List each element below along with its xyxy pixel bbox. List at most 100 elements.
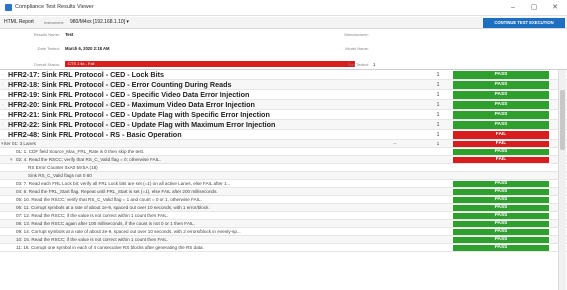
row-bullet-icon: · — [2, 82, 4, 88]
test-step-row[interactable]: 09: 14. Corrupt symbols at a rate of abo… — [0, 228, 567, 236]
test-step-row[interactable]: 11: 16. Corrupt one symbol in each of 4 … — [0, 244, 567, 252]
test-name: 08: 13. Read the RSCC again after 100 mi… — [16, 221, 196, 226]
row-bullet-icon: · — [2, 132, 4, 138]
maximize-button[interactable]: ▢ — [524, 2, 544, 13]
test-step-row[interactable]: 04: 8. Read the FRL_Start flag. Repeat u… — [0, 188, 567, 196]
test-step-row[interactable]: 10: 15. Read the RSCC; if the value is n… — [0, 236, 567, 244]
test-name: 07: 12. Read the RSCC; if the value is n… — [16, 213, 169, 218]
test-name: HFR2-19: Sink FRL Protocol - CED - Speci… — [8, 90, 250, 99]
test-step-row[interactable]: ▾ Iter 01: 3 Lanes –1 FAIL — [0, 140, 567, 148]
test-step-row[interactable]: ▾ 02: 4. Read the RSCC; verify that RS_C_… — [0, 156, 567, 164]
html-report-button[interactable]: HTML Report — [4, 19, 34, 25]
pass-badge: PASS — [453, 221, 549, 227]
iteration-count: 1 — [436, 82, 440, 88]
results-grid: · HFR2-17: Sink FRL Protocol - CED - Lock… — [0, 70, 567, 290]
test-row[interactable]: · HFR2-21: Sink FRL Protocol - CED - Upda… — [0, 110, 567, 120]
test-name: 05: 10. Read the RSCC; verify that RS_C_… — [16, 197, 202, 202]
iteration-count: 1 — [436, 72, 440, 78]
row-bullet-icon: · — [2, 102, 4, 108]
pass-badge: PASS — [453, 189, 549, 195]
pass-badge: PASS — [453, 149, 549, 155]
iteration-count: 1 — [436, 141, 440, 146]
test-row[interactable]: · HFR2-22: Sink FRL Protocol - CED - Upda… — [0, 120, 567, 130]
pass-badge: PASS — [453, 205, 549, 211]
test-step-row[interactable]: Sink RS_C_Valid flags not 0 80 — [0, 172, 567, 180]
test-name: HFR2-21: Sink FRL Protocol - CED - Updat… — [8, 110, 270, 119]
collapse-toggle-icon[interactable]: ▾ — [10, 156, 13, 164]
fail-badge: FAIL — [453, 131, 549, 139]
row-bullet-icon: · — [2, 92, 4, 98]
test-step-row[interactable]: 05: 10. Read the RSCC; verify that RS_C_… — [0, 196, 567, 204]
date-tested-value: March 6, 2020 2:18 AM — [65, 46, 110, 51]
pass-badge: PASS — [453, 245, 549, 251]
test-row[interactable]: · HFR2-19: Sink FRL Protocol - CED - Spec… — [0, 90, 567, 100]
fail-badge: FAIL — [453, 141, 549, 147]
test-name: 02: 4. Read the RSCC; verify that RS_C_V… — [16, 157, 161, 162]
pass-badge: PASS — [453, 237, 549, 243]
pass-badge: PASS — [453, 81, 549, 89]
continue-test-execution-button[interactable]: CONTINUE TEST EXECUTION — [483, 18, 565, 28]
scrollbar-thumb[interactable] — [560, 90, 565, 150]
pass-badge: PASS — [453, 197, 549, 203]
test-step-row[interactable]: 03: 7. Read each FRL Lock bit; verify al… — [0, 180, 567, 188]
toolbar: HTML Report Instrument: 980/M4xx [192.16… — [0, 17, 567, 29]
test-name: 11: 16. Corrupt one symbol in each of 4 … — [16, 245, 204, 250]
test-name: HFR2-17: Sink FRL Protocol - CED - Lock … — [8, 70, 165, 79]
iteration-count: 1 — [436, 102, 440, 108]
test-step-row[interactable]: 07: 12. Read the RSCC; if the value is n… — [0, 212, 567, 220]
pass-badge: PASS — [453, 71, 549, 79]
test-name: HFR2-18: Sink FRL Protocol - CED - Error… — [8, 80, 232, 89]
date-tested-label: Date Tested: — [37, 46, 60, 51]
row-bullet-icon: · — [2, 122, 4, 128]
test-step-row[interactable]: 08: 13. Read the RSCC again after 100 mi… — [0, 220, 567, 228]
iteration-count: 1 — [436, 92, 440, 98]
pass-badge: PASS — [453, 91, 549, 99]
minimize-button[interactable]: – — [503, 2, 523, 13]
window-title: Compliance Test Results Viewer — [15, 4, 94, 10]
test-name: 03: 7. Read each FRL Lock bit; verify al… — [16, 181, 231, 186]
test-row[interactable]: · HFR2-48: Sink FRL Protocol - RS - Basic… — [0, 130, 567, 140]
overall-status-label: Overall Status: — [33, 62, 60, 67]
test-name: HFR2-22: Sink FRL Protocol - CED - Updat… — [8, 120, 276, 129]
test-row[interactable]: · HFR2-20: Sink FRL Protocol - CED - Maxi… — [0, 100, 567, 110]
test-row[interactable]: · HFR2-17: Sink FRL Protocol - CED - Lock… — [0, 70, 567, 80]
instrument-select[interactable]: 980/M4xx [192.168.1.10] ▾ — [70, 19, 129, 25]
app-icon — [5, 4, 12, 11]
port-tested-label: Port Tested: — [347, 62, 369, 67]
results-name-label: Results Name: — [33, 32, 60, 37]
pass-badge: PASS — [453, 111, 549, 119]
row-bullet-icon: · — [2, 72, 4, 78]
model-name-label: Model Name: — [345, 46, 369, 51]
test-step-row[interactable]: 01: 1. CDF field Source_Max_FRL_Rate is … — [0, 148, 567, 156]
separator-dash: – — [393, 141, 397, 147]
pass-badge: PASS — [453, 229, 549, 235]
test-name: 10: 15. Read the RSCC; if the value is n… — [16, 237, 169, 242]
title-bar: Compliance Test Results Viewer – ▢ ✕ — [0, 0, 567, 16]
pass-badge: PASS — [453, 213, 549, 219]
test-name: Sink RS_C_Valid flags not 0 80 — [28, 173, 92, 178]
test-step-row[interactable]: 06: 11. Corrupt symbols at a rate of abo… — [0, 204, 567, 212]
test-name: HFR2-48: Sink FRL Protocol - RS - Basic … — [8, 130, 182, 139]
iteration-count: 1 — [436, 112, 440, 118]
test-name: 09: 14. Corrupt symbols at a rate of abo… — [16, 229, 241, 234]
results-info-panel: Results Name: Test Date Tested: March 6,… — [0, 30, 567, 70]
test-name: 01: 1. CDF field Source_Max_FRL_Rate is … — [16, 149, 145, 154]
test-step-row[interactable]: RS Error Counter 0xA0 59:5A (18) — [0, 164, 567, 172]
pass-badge: PASS — [453, 121, 549, 129]
fail-badge: FAIL — [453, 157, 549, 163]
overall-status-value: CTS 1 fix - Fail — [68, 61, 95, 66]
pass-badge: PASS — [453, 101, 549, 109]
port-tested-value: 1 — [373, 62, 376, 67]
row-bullet-icon: · — [2, 112, 4, 118]
test-row[interactable]: · HFR2-18: Sink FRL Protocol - CED - Erro… — [0, 80, 567, 90]
close-button[interactable]: ✕ — [545, 2, 565, 13]
test-name: 04: 8. Read the FRL_Start flag. Repeat u… — [16, 189, 218, 194]
pass-badge: PASS — [453, 181, 549, 187]
results-name-value: Test — [65, 32, 74, 37]
iteration-count: 1 — [436, 122, 440, 128]
iteration-count: 1 — [436, 132, 440, 138]
test-name: 06: 11. Corrupt symbols at a rate of abo… — [16, 205, 210, 210]
vertical-scrollbar[interactable] — [558, 70, 566, 290]
manufacturer-label: Manufacturer: — [344, 32, 369, 37]
instrument-label: Instrument: — [44, 20, 65, 25]
